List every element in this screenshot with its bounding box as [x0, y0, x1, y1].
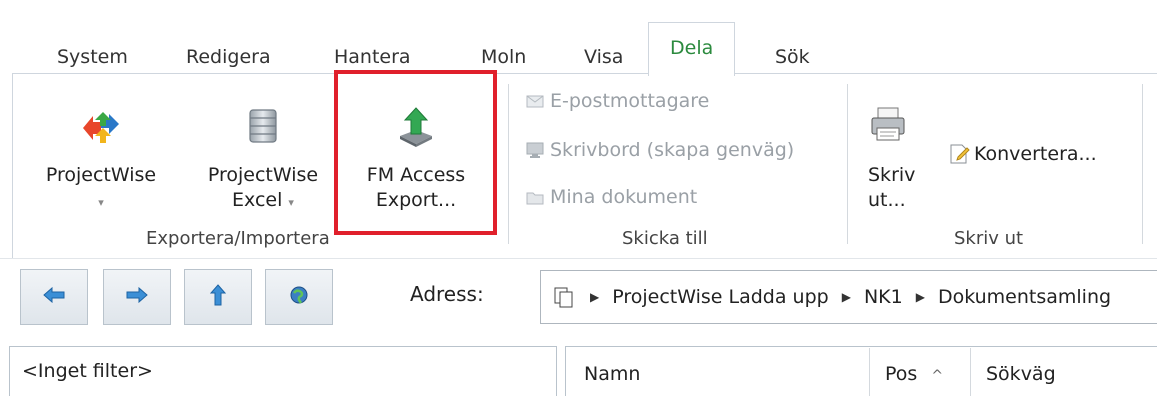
chevron-down-icon[interactable]: ▾ — [288, 196, 294, 209]
back-arrow-icon — [43, 286, 65, 307]
send-to-desktop-label: Skrivbord (skapa genväg) — [550, 139, 795, 161]
breadcrumb-item[interactable]: Dokumentsamling — [938, 286, 1111, 308]
printer-icon — [868, 104, 908, 144]
documents-icon — [526, 188, 544, 206]
print-button[interactable]: Skriv ut... — [858, 84, 918, 228]
filter-value[interactable]: <Inget filter> — [22, 360, 153, 382]
group-divider — [508, 84, 509, 244]
group-divider — [1142, 84, 1143, 244]
column-divider[interactable] — [970, 348, 971, 396]
print-label-line1: Skriv — [868, 164, 916, 186]
tab-sok[interactable]: Sök — [775, 40, 810, 74]
ribbon-tab-bar: System Redigera Hantera Moln Visa Dela S… — [0, 0, 1157, 76]
address-breadcrumb-bar[interactable]: ▶ ProjectWise Ladda upp ▶ NK1 ▶ Dokument… — [540, 270, 1157, 324]
address-label: Adress: — [410, 282, 484, 306]
projectwise-excel-label-line1: ProjectWise — [207, 164, 319, 186]
chevron-down-icon[interactable]: ▾ — [98, 196, 104, 209]
highlight-box — [334, 70, 497, 235]
sort-ascending-icon: ^ — [931, 368, 944, 384]
folder-pages-icon — [553, 286, 575, 308]
forward-arrow-icon — [126, 286, 148, 307]
group-divider — [847, 84, 848, 244]
projectwise-excel-button[interactable]: ProjectWise Excel ▾ — [193, 84, 333, 228]
tab-hantera[interactable]: Hantera — [334, 40, 411, 74]
column-header-pos-label: Pos — [885, 363, 918, 385]
projectwise-arrows-icon — [81, 106, 121, 146]
refresh-button[interactable] — [265, 269, 333, 325]
tab-visa[interactable]: Visa — [584, 40, 623, 74]
send-to-email-button[interactable]: E-postmottagare — [526, 90, 709, 112]
group-label-export-import: Exportera/Importera — [146, 228, 330, 249]
convert-button[interactable]: Konvertera... — [948, 143, 1097, 165]
tab-moln[interactable]: Moln — [481, 40, 526, 74]
column-header-pos[interactable]: Pos ^ — [885, 363, 943, 385]
breadcrumb-separator-icon[interactable]: ▶ — [916, 290, 925, 304]
column-header-name[interactable]: Namn — [584, 363, 640, 385]
mail-icon — [526, 92, 544, 110]
convert-label: Konvertera... — [974, 143, 1097, 165]
group-label-send-to: Skicka till — [622, 228, 708, 249]
file-list-pane — [565, 346, 1157, 396]
tab-redigera[interactable]: Redigera — [186, 40, 271, 74]
group-label-print: Skriv ut — [954, 228, 1024, 249]
breadcrumb-item[interactable]: ProjectWise Ladda upp — [612, 286, 828, 308]
projectwise-excel-label-line2: Excel — [232, 189, 283, 211]
up-arrow-icon — [209, 284, 227, 310]
breadcrumb-separator-icon[interactable]: ▶ — [842, 290, 851, 304]
forward-button[interactable] — [103, 269, 171, 325]
send-to-desktop-button[interactable]: Skrivbord (skapa genväg) — [526, 139, 794, 161]
tab-system[interactable]: System — [57, 40, 128, 74]
projectwise-label: ProjectWise — [45, 164, 157, 186]
column-divider[interactable] — [869, 348, 870, 396]
back-button[interactable] — [20, 269, 88, 325]
send-to-email-label: E-postmottagare — [550, 90, 710, 112]
projectwise-button[interactable]: ProjectWise ▾ — [30, 84, 172, 228]
breadcrumb-separator-icon[interactable]: ▶ — [590, 290, 599, 304]
convert-document-icon — [948, 143, 970, 165]
print-label-line2: ut... — [868, 189, 906, 211]
send-to-documents-button[interactable]: Mina dokument — [526, 186, 697, 208]
desktop-icon — [526, 141, 544, 159]
up-button[interactable] — [184, 269, 252, 325]
refresh-globe-icon — [289, 285, 309, 309]
tab-dela[interactable]: Dela — [648, 22, 736, 76]
database-icon — [243, 106, 283, 146]
send-to-documents-label: Mina dokument — [550, 186, 698, 208]
breadcrumb-item[interactable]: NK1 — [864, 286, 903, 308]
column-header-path[interactable]: Sökväg — [986, 363, 1056, 385]
